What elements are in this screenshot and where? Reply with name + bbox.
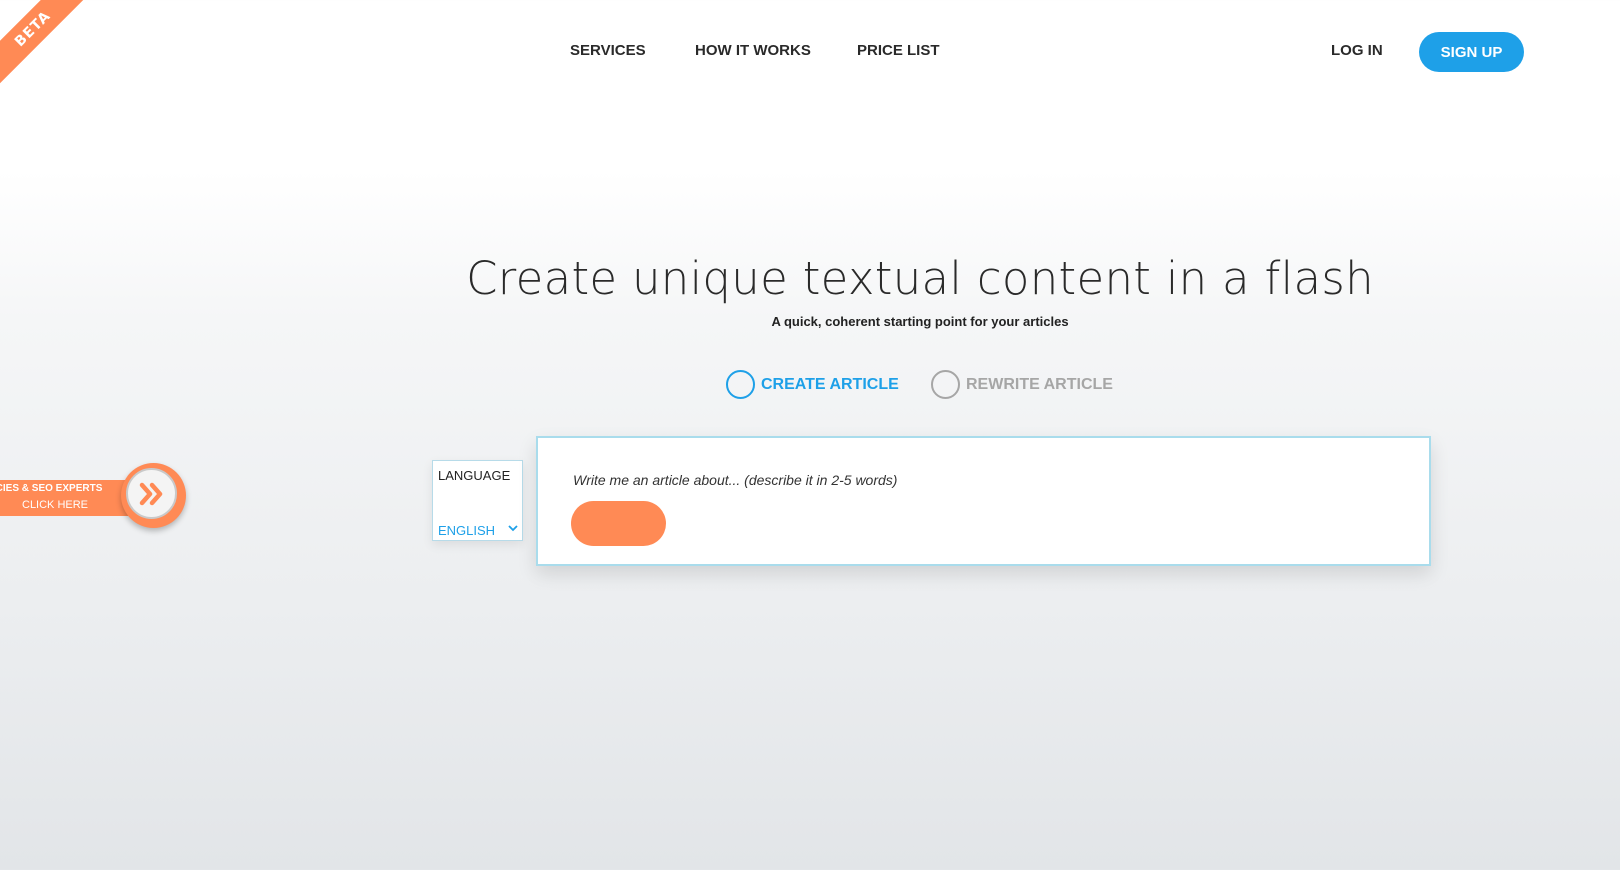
hero-title: Create unique textual content in a flash: [466, 252, 1374, 305]
beta-ribbon: BETA: [0, 0, 97, 93]
rewrite-article-radio[interactable]: [931, 370, 960, 399]
language-selector[interactable]: LANGUAGE ENGLISH: [432, 460, 523, 541]
article-topic-input[interactable]: [571, 468, 1175, 492]
nav-services[interactable]: SERVICES: [570, 42, 646, 59]
language-select-value[interactable]: ENGLISH: [438, 523, 495, 538]
signup-button[interactable]: SIGN UP: [1419, 32, 1524, 72]
agency-promo-line1: GENCIES & SEO EXPERTS: [0, 483, 103, 494]
language-label: LANGUAGE: [438, 468, 511, 483]
nav-how-it-works[interactable]: HOW IT WORKS: [695, 42, 811, 59]
hero-subtitle: A quick, coherent starting point for you…: [771, 314, 1069, 329]
double-chevron-right-icon: [139, 482, 162, 505]
nav-price-list[interactable]: PRICE LIST: [857, 42, 940, 59]
create-article-label: CREATE ARTICLE: [761, 375, 899, 393]
agency-promo-button[interactable]: [121, 463, 186, 528]
beta-ribbon-container: BETA: [0, 0, 120, 120]
rewrite-article-label: REWRITE ARTICLE: [966, 375, 1113, 393]
generate-button[interactable]: [571, 501, 666, 546]
agency-promo-tab[interactable]: GENCIES & SEO EXPERTS CLICK HERE: [0, 480, 130, 516]
chevron-down-icon[interactable]: [508, 523, 518, 536]
create-article-radio[interactable]: [726, 370, 755, 399]
rewrite-article-option[interactable]: REWRITE ARTICLE: [931, 370, 1113, 399]
agency-promo-inner: [126, 468, 177, 519]
article-form: [536, 436, 1431, 566]
login-link[interactable]: LOG IN: [1331, 42, 1383, 59]
create-article-option[interactable]: CREATE ARTICLE: [726, 370, 899, 399]
agency-promo-line2: CLICK HERE: [22, 499, 89, 511]
